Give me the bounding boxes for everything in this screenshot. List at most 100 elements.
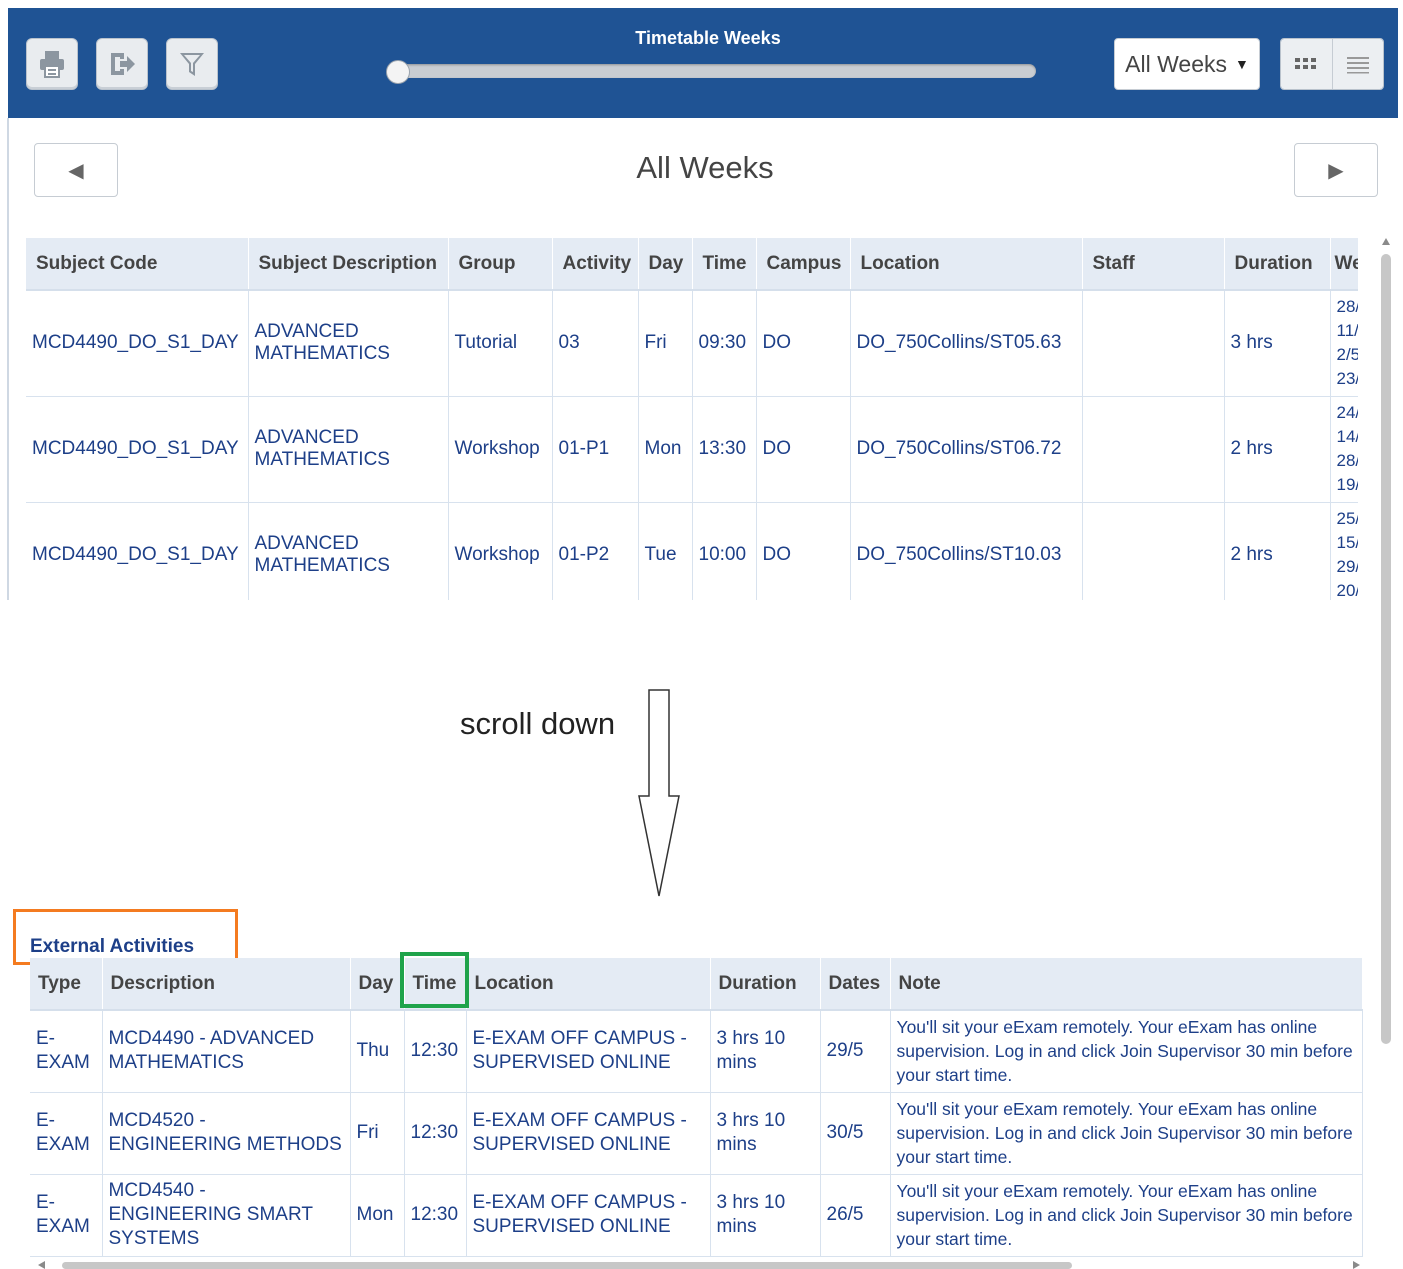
vertical-scroll-thumb[interactable] xyxy=(1381,254,1391,1044)
dates-cell: 29/5 xyxy=(820,1010,891,1093)
view-toggle xyxy=(1280,38,1384,90)
week-title: All Weeks xyxy=(636,150,774,185)
column-header[interactable]: Dates xyxy=(820,958,891,1011)
duration-cell: 2 hrs xyxy=(1224,502,1331,600)
external-header-row: Type Description Day Time Location Durat… xyxy=(30,958,1363,1011)
column-header[interactable]: Day xyxy=(350,958,405,1011)
column-header[interactable]: Staff xyxy=(1082,238,1225,291)
table-row[interactable]: MCD4490_DO_S1_DAY ADVANCED MATHEMATICS W… xyxy=(26,502,1358,600)
week-date: 15/ xyxy=(1336,533,1359,552)
export-button[interactable] xyxy=(96,38,148,90)
column-header[interactable]: Group xyxy=(448,238,553,291)
campus-cell: DO xyxy=(756,290,851,397)
day-cell: Fri xyxy=(350,1092,405,1175)
column-header[interactable]: Note xyxy=(890,958,1363,1011)
export-icon xyxy=(111,53,135,75)
campus-cell: DO xyxy=(756,502,851,600)
staff-cell xyxy=(1082,502,1225,600)
filter-button[interactable] xyxy=(166,38,218,90)
table-row[interactable]: E-EXAM MCD4520 - ENGINEERING METHODS Fri… xyxy=(30,1092,1363,1175)
description-cell: MCD4490 - ADVANCED MATHEMATICS xyxy=(102,1010,351,1093)
day-cell: Mon xyxy=(638,396,693,503)
triangle-right-icon: ▶ xyxy=(1328,159,1344,182)
column-header[interactable]: Time xyxy=(692,238,757,291)
toolbar: Timetable Weeks All Weeks ▼ xyxy=(8,8,1398,118)
scroll-left-arrow-icon[interactable] xyxy=(38,1261,45,1269)
time-column-highlight xyxy=(400,952,469,1008)
subject-description: ADVANCED MATHEMATICS xyxy=(248,502,449,600)
table-row[interactable]: MCD4490_DO_S1_DAY ADVANCED MATHEMATICS W… xyxy=(26,396,1359,503)
column-header[interactable]: Location xyxy=(850,238,1083,291)
column-header[interactable]: Duration xyxy=(710,958,821,1011)
scroll-right-arrow-icon[interactable] xyxy=(1353,1261,1360,1269)
subject-code: MCD4490_DO_S1_DAY xyxy=(26,290,249,397)
next-week-button[interactable]: ▶ xyxy=(1294,143,1378,197)
column-header[interactable]: Subject Description xyxy=(248,238,449,291)
description-cell: MCD4520 - ENGINEERING METHODS xyxy=(102,1092,351,1175)
subject-description: ADVANCED MATHEMATICS xyxy=(248,396,449,503)
slider-title: Timetable Weeks xyxy=(635,28,781,48)
timetable-table: Subject Code Subject Description Group A… xyxy=(26,238,1358,600)
weeks-dropdown[interactable]: All Weeks ▼ xyxy=(1114,38,1260,90)
location-cell: DO_750Collins/ST10.03 xyxy=(850,502,1083,600)
week-date: 11/ xyxy=(1336,321,1359,341)
column-header[interactable]: Campus xyxy=(756,238,851,291)
note-cell: You'll sit your eExam remotely. Your eEx… xyxy=(890,1092,1363,1175)
week-date: 14/ xyxy=(1336,427,1359,446)
column-header[interactable]: Day xyxy=(638,238,693,291)
week-date: 19/ xyxy=(1336,475,1359,494)
weeks-cell: 25/ 15/ 29/ 20/ xyxy=(1330,502,1358,600)
time-cell: 13:30 xyxy=(692,396,757,503)
column-header[interactable]: Duration xyxy=(1224,238,1331,291)
week-date: 2/5 xyxy=(1336,345,1359,365)
duration-cell: 3 hrs xyxy=(1224,290,1331,397)
panel-border xyxy=(7,118,9,600)
list-view-button[interactable] xyxy=(1331,39,1383,89)
previous-week-button[interactable]: ◀ xyxy=(34,143,118,197)
dates-cell: 30/5 xyxy=(820,1092,891,1175)
week-date: 20/ xyxy=(1336,581,1359,600)
week-date: 28/ xyxy=(1336,297,1359,317)
group-cell: Tutorial xyxy=(448,290,553,397)
time-cell: 12:30 xyxy=(404,1010,467,1093)
week-slider-handle[interactable] xyxy=(386,60,410,84)
table-row[interactable]: E-EXAM MCD4490 - ADVANCED MATHEMATICS Th… xyxy=(30,1010,1363,1093)
timetable-page: Timetable Weeks All Weeks ▼ ◀ All Weeks … xyxy=(0,0,1403,1269)
horizontal-scrollbar[interactable] xyxy=(34,1260,1364,1269)
column-header[interactable]: Location xyxy=(466,958,711,1011)
vertical-scrollbar[interactable] xyxy=(1379,238,1393,1268)
duration-cell: 3 hrs 10 mins xyxy=(710,1092,821,1175)
week-date: 25/ xyxy=(1336,509,1359,528)
week-slider-track[interactable] xyxy=(388,64,1036,78)
external-activities-title: External Activities xyxy=(30,936,195,957)
column-header[interactable]: Type xyxy=(30,958,103,1011)
external-activities-panel: Type Description Day Time Location Durat… xyxy=(30,958,1363,1257)
time-cell: 12:30 xyxy=(404,1174,467,1257)
weeks-dropdown-value: All Weeks xyxy=(1125,50,1227,77)
scroll-down-annotation: scroll down xyxy=(460,706,616,741)
day-cell: Fri xyxy=(638,290,693,397)
week-date: 23/ xyxy=(1336,369,1359,389)
table-row[interactable]: E-EXAM MCD4540 - ENGINEERING SMART SYSTE… xyxy=(30,1174,1363,1257)
column-header[interactable]: Subject Code xyxy=(26,238,249,291)
week-date: 29/ xyxy=(1336,557,1359,576)
column-header[interactable]: Activity xyxy=(552,238,639,291)
location-cell: DO_750Collins/ST06.72 xyxy=(850,396,1083,503)
dates-cell: 26/5 xyxy=(820,1174,891,1257)
table-row[interactable]: MCD4490_DO_S1_DAY ADVANCED MATHEMATICS T… xyxy=(26,290,1359,397)
grid-view-button[interactable] xyxy=(1281,39,1332,89)
timetable-panel: Subject Code Subject Description Group A… xyxy=(26,238,1358,600)
grid-view-icon xyxy=(1295,58,1317,69)
location-cell: E-EXAM OFF CAMPUS - SUPERVISED ONLINE xyxy=(466,1092,711,1175)
down-arrow-icon xyxy=(638,689,680,897)
subject-code: MCD4490_DO_S1_DAY xyxy=(26,396,249,503)
printer-icon xyxy=(40,51,64,78)
column-header[interactable]: Description xyxy=(102,958,351,1011)
scroll-up-arrow-icon[interactable] xyxy=(1382,238,1390,245)
column-header[interactable]: We xyxy=(1330,238,1358,291)
horizontal-scroll-thumb[interactable] xyxy=(62,1262,1072,1269)
print-button[interactable] xyxy=(26,38,78,90)
activity-cell: 01-P1 xyxy=(552,396,639,503)
duration-cell: 3 hrs 10 mins xyxy=(710,1174,821,1257)
staff-cell xyxy=(1082,396,1225,503)
